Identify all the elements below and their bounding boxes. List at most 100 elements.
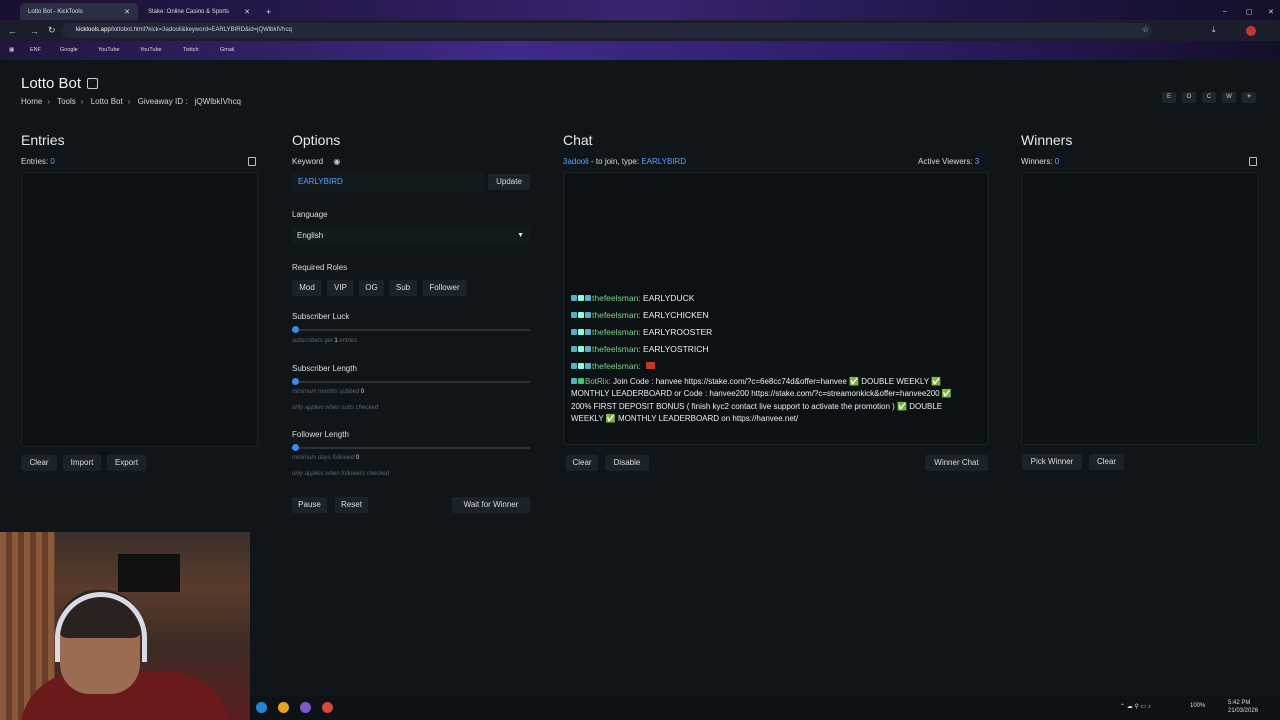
badge-icon	[571, 363, 577, 369]
breadcrumb-home[interactable]: Home	[21, 97, 42, 106]
roles-label: Required Roles	[292, 263, 348, 272]
language-select[interactable]: English ▼	[292, 227, 530, 244]
badge-icon	[571, 378, 577, 384]
address-bar-row: ← → ↻ kicktools.app/lottobot.html?kick=3…	[0, 20, 1280, 41]
url-input[interactable]: kicktools.app/lottobot.html?kick=3adooli…	[62, 23, 1152, 38]
download-icon[interactable]: ⤓	[1212, 25, 1216, 35]
slider-knob[interactable]	[292, 326, 299, 333]
back-icon[interactable]: ←	[8, 26, 20, 36]
role-mod-toggle[interactable]: Mod	[292, 280, 322, 296]
tray-icons[interactable]: ⌃ ☁ ⚲ ▭ ♪	[1120, 703, 1151, 710]
slider-knob[interactable]	[292, 378, 299, 385]
bot-message: BotRix: Join Code : hanvee https://stake…	[571, 376, 971, 425]
subscriber-luck-value: 1	[334, 338, 338, 344]
role-vip-toggle[interactable]: VIP	[327, 280, 354, 296]
copy-icon[interactable]	[248, 157, 256, 166]
toggle-entries-button[interactable]: E	[1162, 92, 1176, 103]
clock-date[interactable]: 21/03/2026	[1228, 708, 1258, 714]
chat-join-instructions: 3adooli - to join, type: EARLYBIRD	[563, 157, 686, 166]
chat-username[interactable]: thefeelsman:	[592, 344, 641, 354]
breadcrumb-lotto-bot[interactable]: Lotto Bot	[91, 97, 123, 106]
subscriber-length-slider[interactable]	[292, 378, 530, 385]
copy-icon[interactable]	[1249, 157, 1257, 166]
new-tab-button[interactable]: +	[258, 3, 274, 20]
winner-chat-button[interactable]: Winner Chat	[925, 455, 988, 471]
eye-icon[interactable]: ◉	[333, 157, 340, 166]
entries-count-label: Entries:	[21, 157, 49, 166]
winners-count-value: 0	[1054, 157, 1060, 166]
subscriber-luck-slider[interactable]	[292, 326, 530, 333]
close-icon[interactable]: ✕	[124, 8, 130, 16]
entries-list[interactable]	[21, 172, 258, 447]
slider-knob[interactable]	[292, 444, 299, 451]
chevron-right-icon: ›	[80, 97, 84, 106]
window-close-icon[interactable]: ✕	[1260, 3, 1280, 20]
bookmark-star-icon[interactable]: ☆	[1142, 25, 1149, 34]
reset-button[interactable]: Reset	[335, 497, 368, 513]
export-button[interactable]: Export	[107, 455, 146, 471]
browser-tab-stake[interactable]: Stake: Online Casino & Sports ✕	[140, 3, 258, 20]
join-instructions-text: - to join, type:	[591, 157, 640, 166]
chat-message: thefeelsman:	[571, 361, 656, 371]
bookmark-item[interactable]: YouTube	[140, 47, 162, 53]
bookmark-item[interactable]: Twitch	[183, 47, 199, 53]
tab-title: Stake: Online Casino & Sports	[148, 8, 230, 15]
reload-icon[interactable]: ↻	[48, 25, 60, 36]
follower-length-hint: minimum days followed 0	[292, 455, 359, 461]
chrome-icon[interactable]	[278, 702, 289, 713]
obs-icon[interactable]	[322, 702, 333, 713]
chat-disable-button[interactable]: Disable	[605, 455, 649, 471]
chat-username[interactable]: thefeelsman:	[592, 361, 641, 371]
winners-clear-button[interactable]: Clear	[1089, 454, 1124, 470]
role-og-toggle[interactable]: OG	[359, 280, 384, 296]
toggle-options-button[interactable]: O	[1182, 92, 1196, 103]
edge-icon[interactable]	[256, 702, 267, 713]
bookmark-item[interactable]: ENF	[30, 47, 41, 53]
bookmark-item[interactable]: Google	[60, 47, 78, 53]
follower-length-slider[interactable]	[292, 444, 530, 451]
chat-message: thefeelsman: EARLYCHICKEN	[571, 310, 709, 320]
pick-winner-button[interactable]: Pick Winner	[1022, 454, 1082, 470]
winners-list[interactable]	[1021, 172, 1259, 445]
bot-username[interactable]: BotRix:	[585, 377, 611, 386]
maximize-icon[interactable]: ▢	[1238, 3, 1261, 20]
chat-clear-button[interactable]: Clear	[566, 455, 598, 471]
role-follower-toggle[interactable]: Follower	[422, 280, 467, 296]
battery-level: 100%	[1190, 703, 1206, 709]
forward-icon[interactable]: →	[30, 26, 42, 36]
subscriber-length-value: 0	[360, 389, 365, 395]
breadcrumb-tools[interactable]: Tools	[57, 97, 76, 106]
toggle-winners-button[interactable]: W	[1222, 92, 1236, 103]
theme-toggle-icon[interactable]: ☀	[1242, 92, 1256, 103]
clock-time[interactable]: 5:42 PM	[1228, 700, 1250, 706]
chat-username[interactable]: thefeelsman:	[592, 310, 641, 320]
chat-username[interactable]: thefeelsman:	[592, 293, 641, 303]
profile-avatar[interactable]	[1246, 26, 1256, 36]
chat-username[interactable]: thefeelsman:	[592, 327, 641, 337]
toggle-chat-button[interactable]: C	[1202, 92, 1216, 103]
bookmark-item[interactable]: Gmail	[220, 47, 234, 53]
apps-icon[interactable]: ▦	[9, 47, 14, 53]
keyword-label: Keyword	[292, 157, 324, 166]
badge-icon	[578, 295, 584, 301]
page-title: Lotto Bot	[21, 75, 99, 92]
pause-button[interactable]: Pause	[292, 497, 327, 513]
bookmark-item[interactable]: YouTube	[98, 47, 120, 53]
tab-title: Lotto Bot - KickTools	[28, 8, 83, 15]
subscriber-length-note: only applies when subs checked	[292, 405, 379, 411]
entries-count-value: 0	[50, 157, 55, 166]
minimize-icon[interactable]: –	[1215, 3, 1235, 20]
badge-icon	[578, 312, 584, 318]
follower-length-note: only applies when followers checked	[292, 471, 390, 477]
discord-icon[interactable]	[300, 702, 311, 713]
badge-icon	[578, 329, 584, 335]
update-button[interactable]: Update	[488, 174, 530, 190]
chat-channel[interactable]: 3adooli	[563, 157, 589, 166]
browser-tab-lotto[interactable]: Lotto Bot - KickTools ✕	[20, 3, 138, 20]
keyword-input[interactable]: EARLYBIRD	[292, 173, 484, 191]
wait-for-winner-button[interactable]: Wait for Winner	[452, 497, 530, 513]
entries-clear-button[interactable]: Clear	[21, 455, 57, 471]
import-button[interactable]: Import	[63, 455, 101, 471]
role-sub-toggle[interactable]: Sub	[389, 280, 417, 296]
close-icon[interactable]: ✕	[244, 8, 250, 16]
